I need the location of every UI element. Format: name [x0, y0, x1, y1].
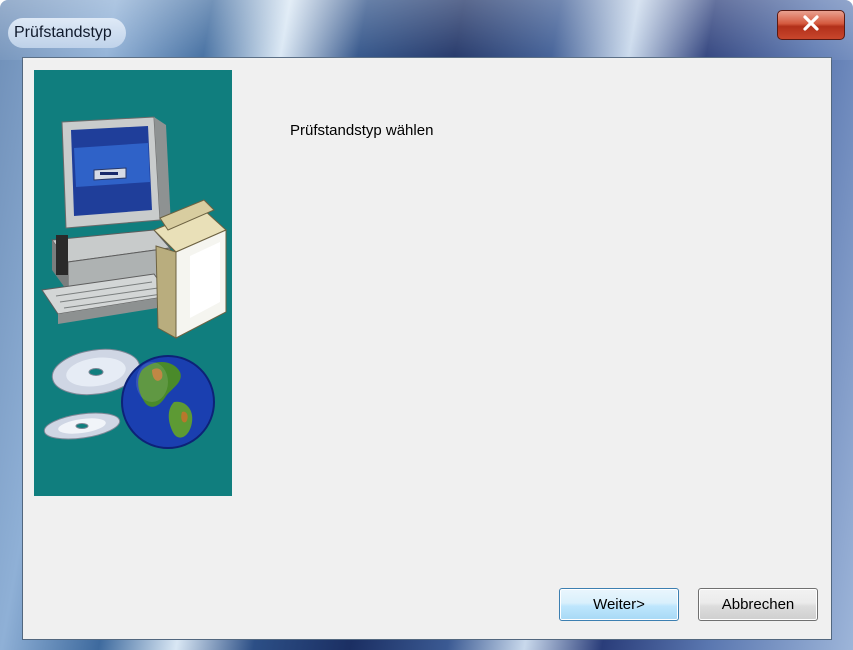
- close-icon: [802, 14, 820, 36]
- globe-icon: [121, 355, 215, 449]
- computer-icon: [41, 116, 171, 324]
- dialog-window: Prüfstandstyp Prüfstandstyp wählen Weite…: [0, 0, 853, 650]
- dialog-client-area: Prüfstandstyp wählen Weiter> Abbrechen: [22, 57, 832, 640]
- page-heading: Prüfstandstyp wählen: [290, 122, 434, 139]
- title-bar: Prüfstandstyp: [8, 18, 126, 48]
- window-title: Prüfstandstyp: [14, 24, 112, 41]
- next-button[interactable]: Weiter>: [559, 588, 679, 621]
- installer-illustration: [34, 70, 232, 496]
- cancel-button[interactable]: Abbrechen: [698, 588, 818, 621]
- software-box-icon: [153, 199, 227, 339]
- close-button[interactable]: [777, 10, 845, 40]
